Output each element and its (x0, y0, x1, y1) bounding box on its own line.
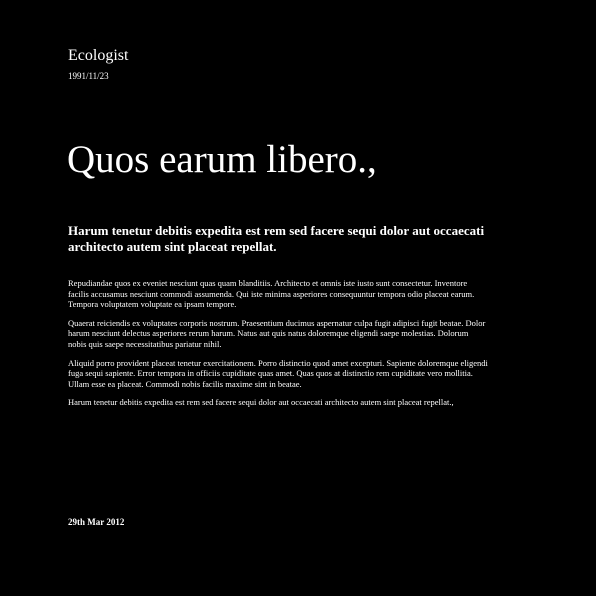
article-standfirst: Harum tenetur debitis expedita est rem s… (68, 223, 485, 254)
body-paragraph: Quaerat reiciendis ex voluptates corpori… (68, 317, 486, 349)
article-body: Repudiandae quos ex eveniet nesciunt qua… (68, 278, 488, 416)
document-page: Ecologist 1991/11/23 Quos earum libero.,… (0, 0, 596, 596)
body-paragraph: Repudiandae quos ex eveniet nesciunt qua… (68, 278, 475, 310)
body-paragraph: Aliquid porro provident placeat tenetur … (68, 357, 488, 389)
article-headline: Quos earum libero., (67, 138, 377, 181)
publication-date: 1991/11/23 (68, 71, 109, 81)
article-footer-date: 29th Mar 2012 (68, 517, 125, 527)
publication-name: Ecologist (68, 47, 129, 64)
body-paragraph: Harum tenetur debitis expedita est rem s… (68, 397, 454, 408)
